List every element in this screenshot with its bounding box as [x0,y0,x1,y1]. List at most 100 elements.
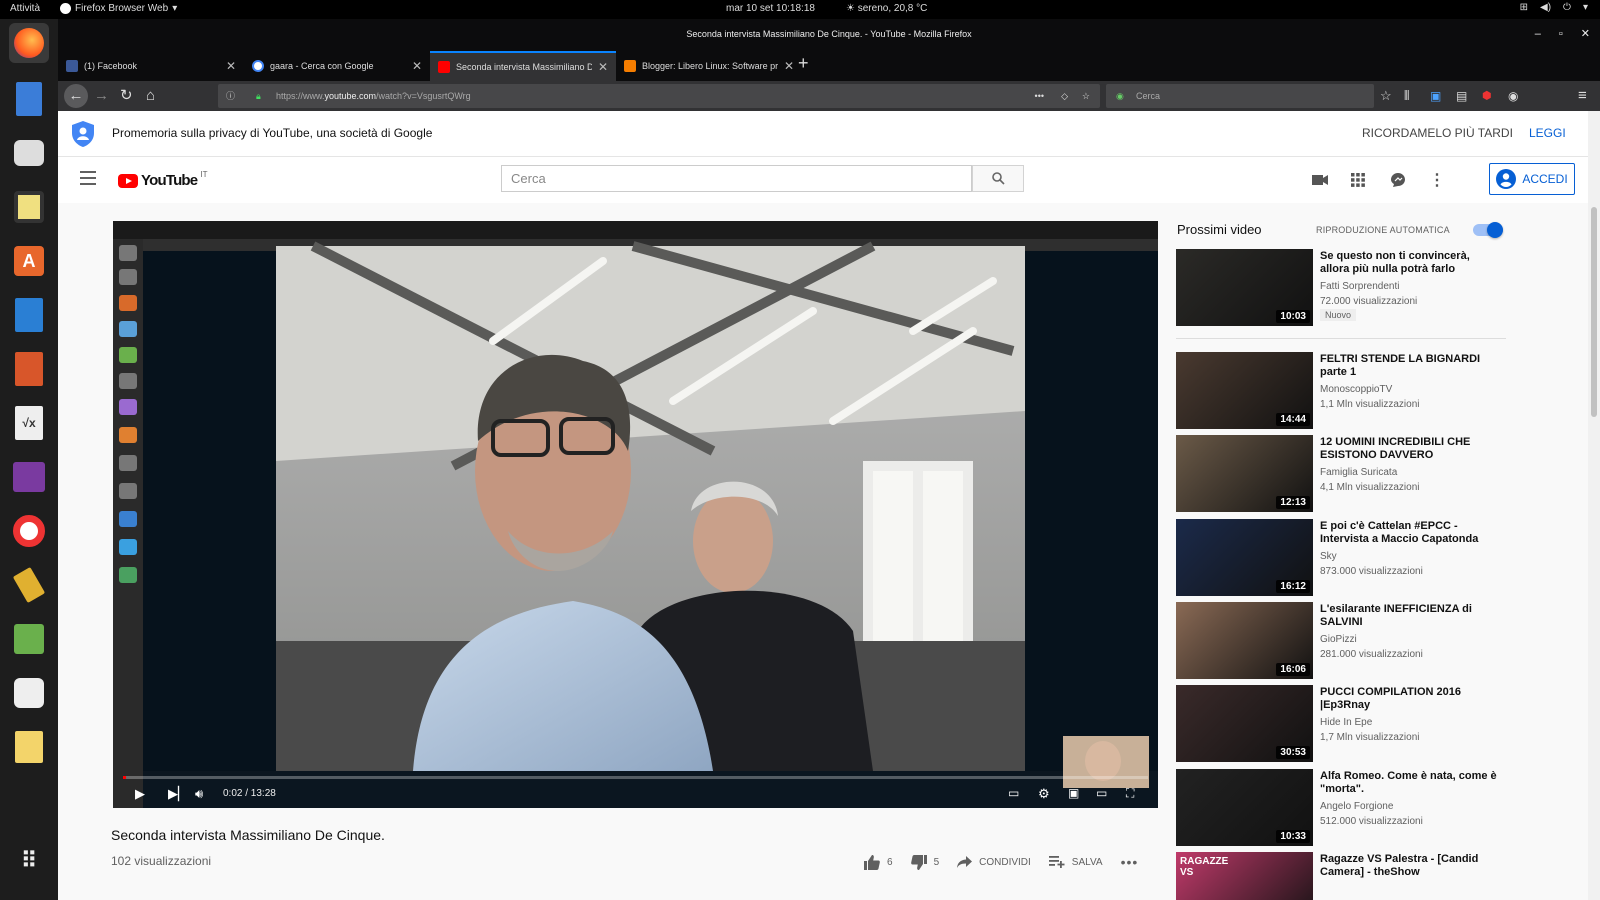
hamburger-menu-icon[interactable]: ≡ [1578,88,1587,104]
page-actions-icon[interactable]: ••• [1035,84,1044,108]
search-bar[interactable]: ◉ Cerca [1106,84,1374,108]
more-actions-icon[interactable]: ••• [1121,854,1139,870]
miniplayer-icon[interactable]: ▣ [1068,786,1079,800]
more-options-icon[interactable]: ⋮ [1427,170,1447,190]
video-thumbnail[interactable]: 12:13 [1176,435,1313,512]
video-player[interactable]: ▶ ▶▏ 🔊︎ 0:02 / 13:28 ▭ ⚙ ▣ ▭ ⛶ [113,221,1158,808]
math-icon[interactable]: √x [9,403,49,443]
show-applications-icon[interactable]: ⠿ [9,841,49,881]
read-button[interactable]: LEGGI [1529,126,1566,140]
up-next-item[interactable]: 10:03 Se questo non ti convincerà, allora… [1176,249,1506,326]
progress-bar[interactable] [123,776,1148,779]
network-icon[interactable]: ⊞ [1520,2,1528,13]
channel-name[interactable]: Fatti Sorprendenti [1320,281,1400,292]
minimize-button[interactable]: – [1535,19,1541,49]
search-button[interactable] [972,165,1024,192]
writer-icon[interactable] [9,295,49,335]
up-next-item[interactable]: 12:13 12 UOMINI INCREDIBILI CHE ESISTONO … [1176,435,1506,512]
share-button[interactable]: CONDIVIDI [957,856,1031,868]
forward-icon[interactable]: → [94,88,109,104]
subtitles-icon[interactable]: ▭ [1008,786,1019,800]
file-manager-icon[interactable] [9,79,49,119]
video-title-link[interactable]: Se questo non ti convincerà, allora più … [1320,250,1502,276]
video-title-link[interactable]: E poi c'è Cattelan #EPCC - Intervista a … [1320,520,1502,546]
activities-button[interactable]: Attività [10,3,40,14]
create-video-icon[interactable] [1310,170,1330,190]
volume-icon[interactable]: ◀) [1540,2,1551,13]
tab-facebook[interactable]: (1) Facebook ✕ [58,51,244,81]
new-tab-button[interactable]: + [798,53,809,74]
up-next-item[interactable]: 16:12 E poi c'è Cattelan #EPCC - Intervis… [1176,519,1506,596]
page-scrollbar[interactable] [1588,111,1600,900]
firefox-dock-icon[interactable] [9,23,49,63]
close-icon[interactable]: ✕ [226,59,236,73]
video-thumbnail[interactable]: 16:12 [1176,519,1313,596]
info-icon[interactable]: ⓘ [226,84,235,108]
dislike-button[interactable]: 5 [910,854,939,870]
video-title-link[interactable]: FELTRI STENDE LA BIGNARDI parte 1 [1320,353,1502,379]
app-menu[interactable]: Firefox Browser Web ▾ [60,3,177,14]
save-button[interactable]: SALVA [1048,856,1103,868]
video-thumbnail[interactable]: RAGAZZE VS [1176,852,1313,900]
video-title-link[interactable]: Ragazze VS Palestra - [Candid Camera] - … [1320,853,1502,879]
autoplay-toggle[interactable] [1473,222,1503,238]
caret-down-icon[interactable]: ▾ [1583,2,1588,13]
scrollbar-thumb[interactable] [1591,207,1597,417]
impress-icon[interactable] [9,349,49,389]
clock[interactable]: mar 10 set 10:18:18 [726,3,815,14]
close-window-button[interactable]: ✕ [1581,19,1590,49]
volume-button[interactable]: 🔊︎ [195,786,203,802]
close-icon[interactable]: ✕ [784,59,794,73]
notes-icon[interactable] [9,727,49,767]
video-title-link[interactable]: Alfa Romeo. Come è nata, come è "morta". [1320,770,1502,796]
video-title-link[interactable]: PUCCI COMPILATION 2016 |Ep3Rnay [1320,686,1502,712]
apps-grid-icon[interactable] [1348,170,1368,190]
bookmark-star-icon[interactable]: ☆ [1082,84,1090,108]
fullscreen-icon[interactable]: ⛶ [1126,786,1134,801]
channel-name[interactable]: Famiglia Suricata [1320,467,1397,478]
backup-icon[interactable] [9,133,49,173]
channel-name[interactable]: Sky [1320,551,1337,562]
sidebar-icon[interactable]: ▤ [1456,88,1467,104]
channel-name[interactable]: Hide In Epe [1320,717,1372,728]
pocket-icon[interactable]: ◇ [1061,84,1068,108]
channel-name[interactable]: Angelo Forgione [1320,801,1393,812]
close-icon[interactable]: ✕ [598,60,608,74]
help-icon[interactable] [9,511,49,551]
tab-google[interactable]: gaara - Cerca con Google ✕ [244,51,430,81]
channel-name[interactable]: MonoscoppioTV [1320,384,1392,395]
video-thumbnail[interactable]: 14:44 [1176,352,1313,429]
url-bar[interactable]: ⓘ 🔒︎ https://www.youtube.com/watch?v=Vsg… [218,84,1100,108]
video-title-link[interactable]: 12 UOMINI INCREDIBILI CHE ESISTONO DAVVE… [1320,436,1502,462]
system-tray[interactable]: ⊞ ◀) ⏻ ▾ [1520,2,1588,13]
up-next-item[interactable]: 30:53 PUCCI COMPILATION 2016 |Ep3Rnay Hide… [1176,685,1506,762]
settings-icon[interactable]: ⚙ [1038,786,1050,802]
messages-icon[interactable] [1388,170,1408,190]
maximize-button[interactable]: ▫ [1559,19,1563,49]
adblock-icon[interactable]: ⬢ [1482,88,1492,104]
bookmarks-menu-icon[interactable]: ☆ [1380,88,1392,104]
guide-menu-icon[interactable] [80,171,96,185]
home-icon[interactable]: ⌂ [146,88,155,104]
video-thumbnail[interactable]: 16:06 [1176,602,1313,679]
tab-blogger[interactable]: Blogger: Libero Linux: Software pro ✕ [616,51,802,81]
video-thumbnail[interactable]: 30:53 [1176,685,1313,762]
like-button[interactable]: 6 [864,854,893,870]
sign-in-button[interactable]: ACCEDI [1489,163,1575,195]
video-title-link[interactable]: L'esilarante INEFFICIENZA di SALVINI [1320,603,1502,629]
up-next-item[interactable]: 14:44 FELTRI STENDE LA BIGNARDI parte 1 Mo… [1176,352,1506,429]
account-icon[interactable]: ◉ [1508,88,1518,104]
video-thumbnail[interactable]: 10:03 [1176,249,1313,326]
recycle-icon[interactable] [9,619,49,659]
rhythmbox-icon[interactable] [9,187,49,227]
library-icon[interactable]: ⫴ [1404,88,1409,104]
weather-indicator[interactable]: ☀ sereno, 20,8 °C [846,3,927,14]
remind-later-button[interactable]: RICORDAMELO PIÙ TARDI [1362,126,1513,140]
video-thumbnail[interactable]: 10:33 [1176,769,1313,846]
theater-mode-icon[interactable]: ▭ [1096,786,1107,800]
channel-name[interactable]: GioPizzi [1320,634,1357,645]
cleaner-icon[interactable] [9,565,49,605]
video-editor-icon[interactable] [9,457,49,497]
extension-badge-icon[interactable]: ▣ [1430,88,1441,104]
play-button[interactable]: ▶ [135,786,145,802]
